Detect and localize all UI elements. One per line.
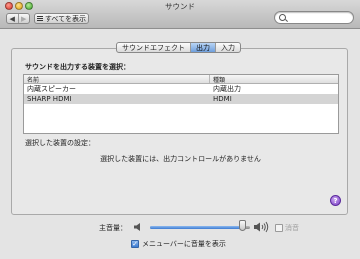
forward-arrow-icon[interactable]: ▶ [17, 14, 30, 23]
show-all-label: すべてを表示 [44, 14, 86, 23]
device-name: 内蔵スピーカー [27, 85, 76, 93]
table-header: 名前 種類 [24, 75, 338, 84]
tab-output[interactable]: 出力 [190, 43, 215, 52]
output-panel: サウンドを出力する装置を選択： 名前 種類 内蔵スピーカー 内蔵出力 SHARP… [11, 48, 348, 215]
speaker-high-icon [254, 221, 269, 233]
menubar-volume-label: メニューバーに音量を表示 [142, 240, 226, 248]
back-arrow-icon[interactable]: ◀ [7, 14, 18, 23]
mute-checkbox[interactable] [275, 224, 283, 232]
speaker-low-icon [134, 223, 140, 231]
device-settings-label: 選択した装置の設定： [25, 139, 95, 147]
output-volume-label: 主音量： [99, 224, 127, 232]
show-all-button[interactable]: すべてを表示 [34, 13, 89, 24]
grid-icon [37, 15, 43, 22]
mute-label: 消音 [285, 224, 299, 232]
search-field[interactable] [274, 11, 354, 24]
back-forward-control: ◀ ▶ [6, 13, 30, 24]
column-header-type[interactable]: 種類 [210, 75, 225, 84]
table-row[interactable]: 内蔵スピーカー 内蔵出力 [24, 84, 338, 94]
device-type: HDMI [213, 95, 232, 103]
show-volume-in-menubar-option[interactable]: ✓ メニューバーに音量を表示 [131, 239, 226, 249]
output-device-table: 名前 種類 内蔵スピーカー 内蔵出力 SHARP HDMI HDMI [23, 74, 339, 134]
help-button[interactable]: ? [330, 195, 341, 206]
column-header-name[interactable]: 名前 [24, 75, 210, 84]
search-icon [279, 14, 286, 21]
menubar-volume-checkbox[interactable]: ✓ [131, 240, 139, 248]
tab-bar: サウンドエフェクト 出力 入力 [116, 42, 241, 53]
output-heading: サウンドを出力する装置を選択： [25, 63, 130, 71]
title-bar: サウンド ◀ ▶ すべてを表示 [0, 0, 360, 29]
volume-slider-fill [150, 226, 242, 229]
device-type: 内蔵出力 [213, 85, 241, 93]
mute-option[interactable]: 消音 [275, 223, 299, 233]
sound-preferences-window: サウンド ◀ ▶ すべてを表示 サウンドエフェクト 出力 入力 サウンドを出力す… [0, 0, 360, 259]
no-controls-message: 選択した装置には、出力コントロールがありません [100, 155, 261, 163]
volume-slider-thumb[interactable] [238, 220, 246, 231]
tab-sound-effects[interactable]: サウンドエフェクト [117, 43, 190, 52]
table-row[interactable]: SHARP HDMI HDMI [24, 94, 338, 104]
volume-slider[interactable] [150, 226, 250, 229]
tab-input[interactable]: 入力 [215, 43, 240, 52]
device-name: SHARP HDMI [27, 95, 72, 103]
